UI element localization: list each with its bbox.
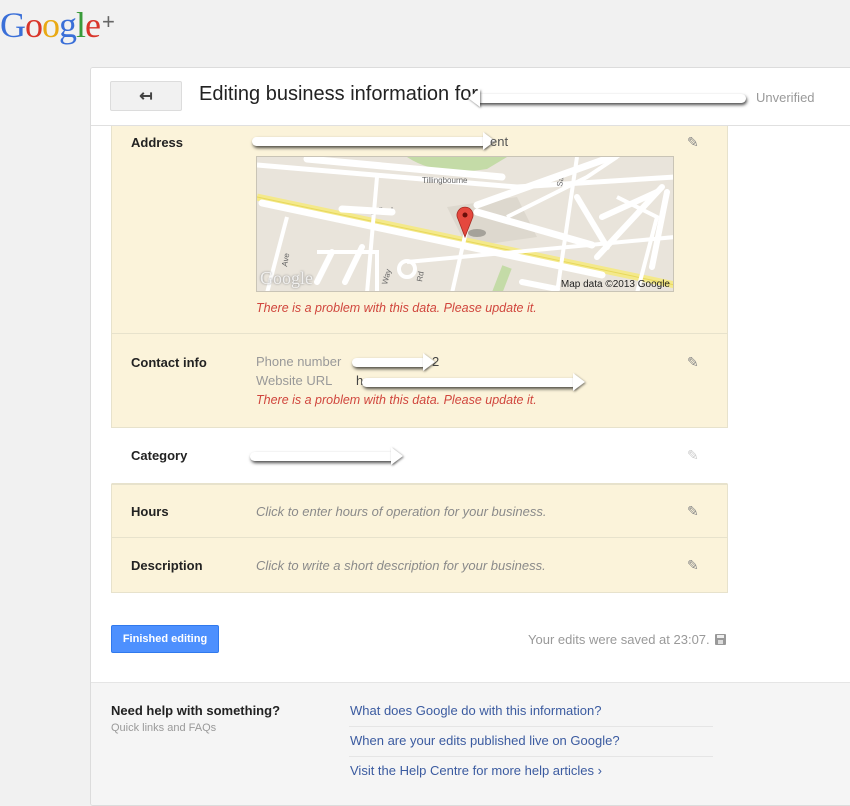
edit-pencil-icon[interactable]: ✎ bbox=[687, 557, 701, 573]
business-info-rows: Address ent ✎ Tillingbourne Evangelical … bbox=[111, 126, 728, 593]
contact-error: There is a problem with this data. Pleas… bbox=[256, 393, 537, 407]
edit-business-panel: ↤ Editing business information for Unver… bbox=[90, 67, 850, 806]
help-link[interactable]: Visit the Help Centre for more help arti… bbox=[349, 757, 713, 786]
redaction-arrow bbox=[252, 137, 487, 146]
address-error: There is a problem with this data. Pleas… bbox=[256, 301, 537, 315]
address-label: Address bbox=[131, 135, 184, 150]
map-street-label: Rd bbox=[415, 271, 426, 283]
redaction-arrow bbox=[352, 358, 427, 367]
contact-info-label: Contact info bbox=[131, 355, 207, 370]
save-status: Your edits were saved at 23:07. bbox=[528, 632, 726, 647]
description-hint[interactable]: Click to write a short description for y… bbox=[256, 558, 546, 573]
map-credit: Map data ©2013 Google bbox=[560, 279, 670, 290]
logo-letter: o bbox=[25, 5, 43, 45]
help-links: What does Google do with this informatio… bbox=[349, 697, 713, 786]
help-link[interactable]: What does Google do with this informatio… bbox=[349, 697, 713, 727]
contact-info-row[interactable]: Contact info Phone number 2 Website URL … bbox=[111, 334, 728, 428]
help-section: Need help with something? Quick links an… bbox=[91, 682, 850, 805]
redaction-arrow bbox=[250, 452, 395, 461]
address-row[interactable]: Address ent ✎ Tillingbourne Evangelical … bbox=[111, 126, 728, 334]
hours-row[interactable]: Hours Click to enter hours of operation … bbox=[111, 484, 728, 538]
finished-editing-button[interactable]: Finished editing bbox=[111, 625, 219, 653]
logo-plus: + bbox=[102, 9, 115, 34]
help-title: Need help with something? bbox=[111, 703, 281, 718]
logo-letter: o bbox=[42, 5, 60, 45]
edit-pencil-icon[interactable]: ✎ bbox=[687, 503, 701, 519]
logo-letter: G bbox=[0, 5, 26, 45]
hours-label: Hours bbox=[131, 504, 169, 519]
logo-letter: e bbox=[85, 5, 101, 45]
back-button[interactable]: ↤ bbox=[110, 81, 182, 111]
phone-label: Phone number bbox=[256, 354, 342, 369]
map-google-logo: Google bbox=[260, 268, 313, 288]
edit-pencil-icon[interactable]: ✎ bbox=[687, 134, 701, 150]
floppy-disk-icon bbox=[714, 634, 726, 645]
help-link[interactable]: When are your edits published live on Go… bbox=[349, 727, 713, 757]
redaction-arrow bbox=[362, 378, 577, 387]
save-status-text: Your edits were saved at 23:07. bbox=[528, 632, 710, 647]
panel-header: ↤ Editing business information for Unver… bbox=[91, 68, 850, 126]
google-plus-logo[interactable]: Google+ bbox=[0, 0, 115, 47]
redaction-arrow bbox=[476, 94, 746, 103]
category-label: Category bbox=[131, 448, 188, 463]
verification-status: Unverified bbox=[756, 90, 815, 105]
help-subtitle: Quick links and FAQs bbox=[111, 722, 217, 734]
hours-hint[interactable]: Click to enter hours of operation for yo… bbox=[256, 504, 546, 519]
address-map[interactable]: Tillingbourne Evangelical Ave Way Rd Sa bbox=[256, 156, 674, 292]
logo-letter: l bbox=[76, 5, 86, 45]
logo-letter: g bbox=[59, 5, 77, 45]
category-row[interactable]: Category ✎ bbox=[111, 428, 728, 484]
address-value: ent bbox=[490, 134, 509, 149]
map-street-label: Tillingbourne bbox=[422, 176, 468, 185]
map-graphic: Tillingbourne Evangelical Ave Way Rd Sa bbox=[257, 157, 673, 291]
website-label: Website URL bbox=[256, 373, 333, 388]
edit-pencil-icon[interactable]: ✎ bbox=[687, 354, 701, 370]
description-label: Description bbox=[131, 558, 203, 573]
page-title: Editing business information for bbox=[199, 83, 479, 105]
back-arrow-icon: ↤ bbox=[139, 88, 153, 105]
description-row[interactable]: Description Click to write a short descr… bbox=[111, 538, 728, 593]
footer-actions: Finished editing Your edits were saved a… bbox=[91, 623, 850, 683]
edit-pencil-icon[interactable]: ✎ bbox=[687, 447, 701, 463]
phone-value: 2 bbox=[432, 354, 440, 369]
